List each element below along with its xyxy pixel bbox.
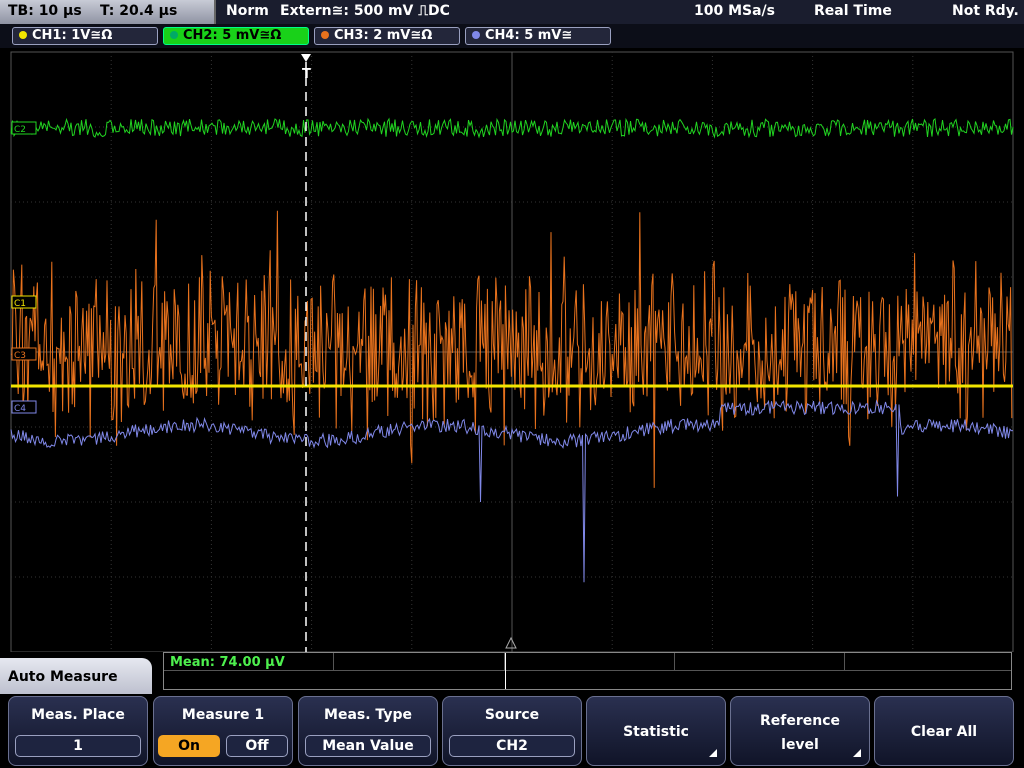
readout-center-divider xyxy=(505,653,506,689)
meas-place-label: Meas. Place xyxy=(31,707,125,723)
statistic-softkey[interactable]: Statistic xyxy=(586,696,726,766)
clear-all-label: Clear All xyxy=(910,724,978,740)
acquisition-status: Not Rdy. xyxy=(952,3,1019,19)
c2-level-marker[interactable]: C2 xyxy=(11,121,37,135)
c4-marker-label: C4 xyxy=(14,404,26,414)
trigger-source[interactable]: Extern≅: 500 mV ⎍DC xyxy=(280,3,450,19)
c3-marker-label: C3 xyxy=(14,351,26,361)
ch2-color-icon xyxy=(170,31,178,39)
readout-cell-3 xyxy=(505,653,675,671)
meas-type-label: Meas. Type xyxy=(324,707,412,723)
trigger-time-readout: T: 20.4 µs xyxy=(100,3,178,19)
c1-level-marker[interactable]: C1 xyxy=(11,295,37,309)
timebase-readout: TB: 10 µs xyxy=(8,3,82,19)
ch1-label: CH1: 1V≅Ω xyxy=(32,28,113,43)
c4-level-marker[interactable]: C4 xyxy=(11,400,37,414)
reference-level-softkey[interactable]: Reference level xyxy=(730,696,870,766)
tab-ch4[interactable]: CH4: 5 mV≅ xyxy=(465,27,611,45)
c2-marker-label: C2 xyxy=(14,125,26,135)
c3-level-marker[interactable]: C3 xyxy=(11,347,37,361)
reference-label-2: level xyxy=(781,737,819,753)
source-softkey[interactable]: Source CH2 xyxy=(442,696,582,766)
source-value[interactable]: CH2 xyxy=(449,735,575,757)
ch4-color-icon xyxy=(472,31,480,39)
meas-place-softkey[interactable]: Meas. Place 1 xyxy=(8,696,148,766)
acquisition-mode: Real Time xyxy=(814,3,892,19)
ch3-label: CH3: 2 mV≅Ω xyxy=(334,28,433,43)
submenu-corner-icon xyxy=(709,749,717,757)
tab-ch2[interactable]: CH2: 5 mV≅Ω xyxy=(163,27,309,45)
meas-place-value[interactable]: 1 xyxy=(15,735,141,757)
reference-label-1: Reference xyxy=(759,713,841,729)
tab-ch1[interactable]: CH1: 1V≅Ω xyxy=(12,27,158,45)
status-bar: TB: 10 µs T: 20.4 µs Norm Extern≅: 500 m… xyxy=(0,0,1024,24)
ch4-label: CH4: 5 mV≅ xyxy=(485,28,573,43)
measurement-readout: Mean: 74.00 µV xyxy=(163,652,1012,690)
readout-cell-2 xyxy=(334,653,505,671)
sample-rate: 100 MSa/s xyxy=(694,3,776,19)
mean-readout: Mean: 74.00 µV xyxy=(170,655,285,670)
softkey-bar: Meas. Place 1 Measure 1 On Off Meas. Typ… xyxy=(0,694,1024,768)
statistic-label: Statistic xyxy=(623,724,689,740)
readout-cell-4 xyxy=(675,653,845,671)
menu-title-label: Auto Measure xyxy=(8,669,118,685)
menu-title-auto-measure[interactable]: Auto Measure xyxy=(0,658,152,698)
trigger-mode[interactable]: Norm xyxy=(226,3,269,19)
c1-marker-label: C1 xyxy=(14,299,26,309)
submenu-corner-icon xyxy=(853,749,861,757)
readout-cell-1: Mean: 74.00 µV xyxy=(164,653,334,671)
waveform-display[interactable]: T C2 C1 C3 C4 xyxy=(0,48,1024,652)
timebase-box[interactable]: TB: 10 µs T: 20.4 µs xyxy=(0,0,216,24)
ch2-label: CH2: 5 mV≅Ω xyxy=(183,28,282,43)
clear-all-softkey[interactable]: Clear All xyxy=(874,696,1014,766)
meas-type-value[interactable]: Mean Value xyxy=(305,735,431,757)
measure1-on-button[interactable]: On xyxy=(158,735,220,757)
ch3-color-icon xyxy=(321,31,329,39)
measure1-off-button[interactable]: Off xyxy=(226,735,288,757)
readout-cell-5 xyxy=(845,653,1011,671)
measure1-label: Measure 1 xyxy=(181,707,265,723)
channel-bar: CH1: 1V≅Ω CH2: 5 mV≅Ω CH3: 2 mV≅Ω CH4: 5… xyxy=(0,24,1024,48)
ch1-color-icon xyxy=(19,31,27,39)
source-label: Source xyxy=(484,707,540,723)
trigger-marker-label: T xyxy=(302,67,311,82)
measure1-softkey[interactable]: Measure 1 On Off xyxy=(153,696,293,766)
meas-type-softkey[interactable]: Meas. Type Mean Value xyxy=(298,696,438,766)
tab-ch3[interactable]: CH3: 2 mV≅Ω xyxy=(314,27,460,45)
